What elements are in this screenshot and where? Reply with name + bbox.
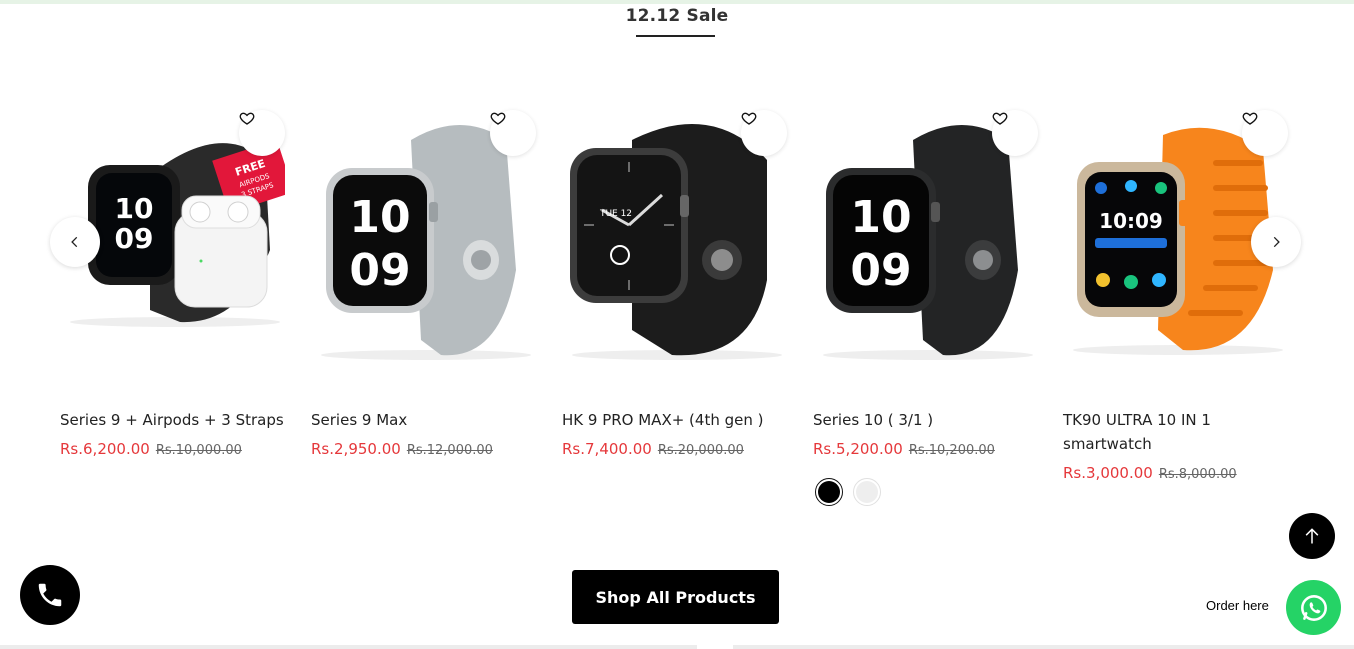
wishlist-button[interactable]: [992, 110, 1038, 156]
product-card[interactable]: TUE 12 HK 9 PRO MAX+ (4th gen ) Rs.7,400…: [562, 100, 787, 458]
product-image[interactable]: TUE 12: [562, 100, 787, 375]
product-card[interactable]: 10 09 Series 9 Max Rs.2,950.00 Rs.12,000.…: [311, 100, 536, 458]
arrow-up-icon: [1305, 528, 1319, 544]
heart-icon: [490, 112, 506, 125]
wishlist-button[interactable]: [490, 110, 536, 156]
chevron-left-icon: [71, 236, 78, 248]
product-name[interactable]: TK90 ULTRA 10 IN 1 smartwatch: [1063, 408, 1288, 456]
product-image[interactable]: 10 09: [813, 100, 1038, 375]
original-price: Rs.12,000.00: [406, 443, 493, 458]
original-price: Rs.10,200.00: [908, 443, 995, 458]
chevron-right-icon: [1273, 236, 1280, 248]
product-name[interactable]: Series 9 Max: [311, 408, 536, 432]
watch-time: 10:09: [1099, 209, 1163, 233]
section-title: 12.12 Sale: [625, 6, 729, 26]
product-name[interactable]: HK 9 PRO MAX+ (4th gen ): [562, 408, 787, 432]
heart-icon: [992, 112, 1008, 125]
shop-all-products-button[interactable]: Shop All Products: [572, 570, 779, 624]
heart-icon: [741, 112, 757, 125]
watch-hour: 10: [115, 192, 154, 225]
carousel-prev-button[interactable]: [50, 217, 100, 267]
watch-minute: 09: [115, 222, 154, 255]
sale-price: Rs.3,000.00: [1063, 464, 1153, 482]
product-name[interactable]: Series 9 + Airpods + 3 Straps: [60, 408, 285, 432]
scroll-to-top-button[interactable]: [1289, 513, 1335, 559]
color-swatches: [815, 478, 881, 506]
bottom-strip: [0, 645, 1354, 649]
product-price: Rs.6,200.00 Rs.10,000.00: [60, 440, 242, 458]
sale-price: Rs.5,200.00: [813, 440, 903, 458]
product-image[interactable]: 10 09: [311, 100, 536, 375]
wishlist-button[interactable]: [239, 110, 285, 156]
original-price: Rs.8,000.00: [1158, 467, 1237, 482]
color-swatch-black[interactable]: [815, 478, 843, 506]
watch-date: TUE 12: [599, 209, 632, 219]
watch-minute: 09: [850, 245, 911, 296]
section-title-underline: [636, 35, 715, 37]
carousel-next-button[interactable]: [1251, 217, 1301, 267]
sale-price: Rs.7,400.00: [562, 440, 652, 458]
call-button[interactable]: [20, 565, 80, 625]
original-price: Rs.20,000.00: [657, 443, 744, 458]
product-price: Rs.7,400.00 Rs.20,000.00: [562, 440, 744, 458]
watch-hour: 10: [850, 192, 911, 243]
top-strip: [0, 0, 1354, 4]
whatsapp-button[interactable]: [1286, 580, 1341, 635]
sale-price: Rs.2,950.00: [311, 440, 401, 458]
phone-icon: [38, 583, 62, 607]
product-price: Rs.3,000.00 Rs.8,000.00: [1063, 464, 1237, 482]
original-price: Rs.10,000.00: [155, 443, 242, 458]
product-card[interactable]: 10 09 Series 10 ( 3/1 ) Rs.5,200.00 Rs.10…: [813, 100, 1038, 506]
product-price: Rs.2,950.00 Rs.12,000.00: [311, 440, 493, 458]
whatsapp-icon: [1300, 594, 1327, 621]
heart-icon: [239, 112, 255, 125]
product-name[interactable]: Series 10 ( 3/1 ): [813, 408, 1038, 432]
watch-minute: 09: [349, 245, 410, 296]
color-swatch-white[interactable]: [853, 478, 881, 506]
sale-price: Rs.6,200.00: [60, 440, 150, 458]
wishlist-button[interactable]: [1242, 110, 1288, 156]
watch-hour: 10: [349, 192, 410, 243]
heart-icon: [1242, 112, 1258, 125]
product-price: Rs.5,200.00 Rs.10,200.00: [813, 440, 995, 458]
wishlist-button[interactable]: [741, 110, 787, 156]
order-here-label: Order here: [1206, 598, 1269, 613]
